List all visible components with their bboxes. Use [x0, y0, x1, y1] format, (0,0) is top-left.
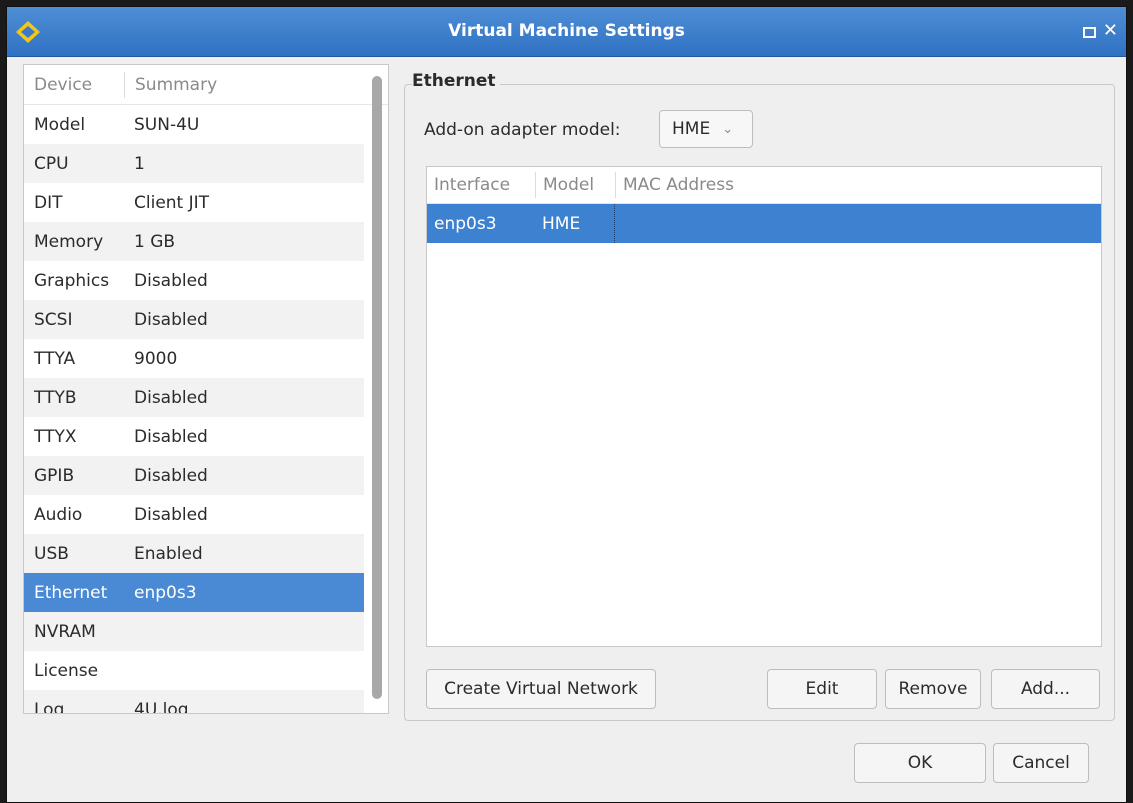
- device-summary: Disabled: [134, 309, 208, 330]
- edit-button[interactable]: Edit: [767, 669, 877, 709]
- device-name: TTYB: [34, 387, 77, 408]
- device-name: SCSI: [34, 309, 73, 330]
- interface-table[interactable]: Interface Model MAC Address enp0s3 HME: [426, 166, 1102, 647]
- device-row-nvram[interactable]: NVRAM: [24, 612, 364, 651]
- device-summary: Disabled: [134, 387, 208, 408]
- device-summary: Disabled: [134, 270, 208, 291]
- device-name: TTYX: [34, 426, 77, 447]
- device-summary: 1 GB: [134, 231, 176, 252]
- adapter-model-value: HME: [672, 119, 711, 139]
- device-list-header: Device Summary: [24, 65, 388, 105]
- device-row-cpu[interactable]: CPU 1: [24, 144, 364, 183]
- device-name: Graphics: [34, 270, 110, 291]
- device-name: Memory: [34, 231, 104, 252]
- device-name: License: [34, 660, 99, 681]
- model-column-header[interactable]: Model: [535, 172, 615, 198]
- device-name: Ethernet: [34, 582, 108, 603]
- device-list-scrollbar[interactable]: [372, 76, 382, 699]
- device-name: Audio: [34, 504, 83, 525]
- create-virtual-network-button[interactable]: Create Virtual Network: [426, 669, 656, 709]
- close-icon[interactable]: ✕: [1103, 20, 1118, 41]
- device-row-dit[interactable]: DIT Client JIT: [24, 183, 364, 222]
- device-column-header[interactable]: Device: [24, 75, 124, 95]
- device-name: Log: [34, 699, 65, 714]
- device-row-ttyb[interactable]: TTYB Disabled: [24, 378, 364, 417]
- device-summary: Disabled: [134, 426, 208, 447]
- device-row-ttya[interactable]: TTYA 9000: [24, 339, 364, 378]
- device-summary: SUN-4U: [134, 114, 200, 135]
- table-row[interactable]: enp0s3 HME: [427, 204, 1101, 243]
- device-name: TTYA: [34, 348, 76, 369]
- device-row-memory[interactable]: Memory 1 GB: [24, 222, 364, 261]
- device-row-ttyx[interactable]: TTYX Disabled: [24, 417, 364, 456]
- device-row-usb[interactable]: USB Enabled: [24, 534, 364, 573]
- model-cell: HME: [535, 204, 615, 243]
- device-list[interactable]: Device Summary Model SUN-4U CPU 1 DIT Client …: [23, 64, 389, 714]
- window-title: Virtual Machine Settings: [448, 21, 685, 41]
- device-summary: Client JIT: [134, 192, 210, 213]
- device-row-ethernet[interactable]: Ethernet enp0s3: [24, 573, 364, 612]
- device-name: DIT: [34, 192, 63, 213]
- device-row-graphics[interactable]: Graphics Disabled: [24, 261, 364, 300]
- device-summary: 9000: [134, 348, 178, 369]
- device-name: NVRAM: [34, 621, 96, 642]
- device-row-log[interactable]: Log 4U.log: [24, 690, 364, 714]
- title-bar[interactable]: Virtual Machine Settings ✕: [7, 7, 1126, 57]
- maximize-icon[interactable]: [1083, 27, 1096, 38]
- add-button[interactable]: Add...: [991, 669, 1100, 709]
- device-name: USB: [34, 543, 69, 564]
- adapter-model-label: Add-on adapter model:: [424, 120, 621, 140]
- ethernet-group-title: Ethernet: [412, 71, 500, 91]
- adapter-model-select[interactable]: HME ⌄: [659, 110, 753, 148]
- device-row-scsi[interactable]: SCSI Disabled: [24, 300, 364, 339]
- mac-column-header[interactable]: MAC Address: [615, 172, 734, 198]
- interface-column-header[interactable]: Interface: [427, 172, 535, 198]
- device-row-license[interactable]: License: [24, 651, 364, 690]
- device-summary: 1: [134, 153, 145, 174]
- device-name: GPIB: [34, 465, 75, 486]
- ok-button[interactable]: OK: [854, 743, 986, 783]
- device-summary: Disabled: [134, 465, 208, 486]
- cancel-button[interactable]: Cancel: [993, 743, 1089, 783]
- device-name: CPU: [34, 153, 69, 174]
- interface-table-header: Interface Model MAC Address: [427, 167, 1101, 204]
- device-summary: 4U.log: [134, 699, 189, 714]
- device-name: Model: [34, 114, 86, 135]
- device-row-model[interactable]: Model SUN-4U: [24, 105, 364, 144]
- interface-cell: enp0s3: [434, 213, 497, 234]
- summary-column-header[interactable]: Summary: [124, 71, 388, 98]
- remove-button[interactable]: Remove: [885, 669, 981, 709]
- device-summary: enp0s3: [134, 582, 197, 603]
- device-summary: Disabled: [134, 504, 208, 525]
- chevron-down-icon: ⌄: [722, 121, 734, 137]
- device-rows: Model SUN-4U CPU 1 DIT Client JIT Memory 1 GB Gr…: [24, 105, 388, 714]
- device-row-gpib[interactable]: GPIB Disabled: [24, 456, 364, 495]
- device-row-audio[interactable]: Audio Disabled: [24, 495, 364, 534]
- device-summary: Enabled: [134, 543, 203, 564]
